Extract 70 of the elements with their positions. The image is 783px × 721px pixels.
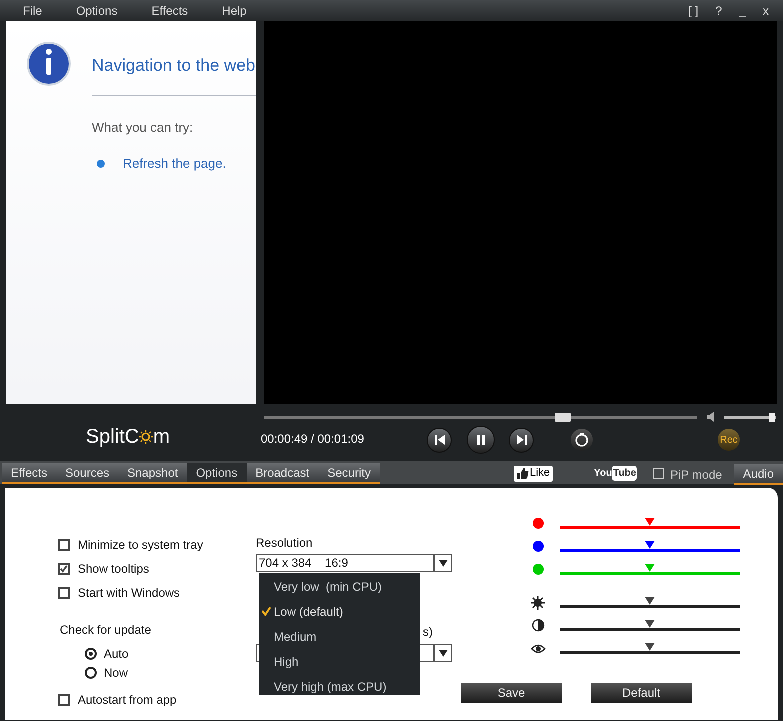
resolution-label: Resolution bbox=[256, 535, 314, 552]
option-label: Autostart from app bbox=[78, 692, 177, 709]
resolution-select[interactable]: 704 x 384 16:9 bbox=[256, 554, 434, 572]
check-icon bbox=[262, 607, 271, 616]
option-label: Minimize to system tray bbox=[78, 537, 204, 554]
step-forward-icon bbox=[516, 434, 528, 446]
slider[interactable] bbox=[560, 518, 740, 529]
window-control[interactable]: [ ] bbox=[688, 2, 699, 20]
tab[interactable]: Audio bbox=[734, 464, 783, 485]
radio-button[interactable] bbox=[85, 666, 97, 678]
menu-option[interactable]: Very high (max CPU) bbox=[259, 674, 420, 699]
checkbox[interactable] bbox=[58, 563, 70, 575]
seek-thumb[interactable] bbox=[554, 412, 571, 422]
slider[interactable] bbox=[560, 597, 740, 608]
slider[interactable] bbox=[560, 541, 740, 552]
refresh-link[interactable]: Refresh the page. bbox=[123, 154, 226, 174]
tab[interactable]: Sources bbox=[56, 463, 118, 484]
menu-item[interactable]: Options bbox=[76, 2, 118, 20]
slider[interactable] bbox=[560, 643, 740, 654]
sun-icon bbox=[531, 596, 545, 610]
window-control[interactable]: ? bbox=[716, 2, 722, 20]
menu-item[interactable]: Effects bbox=[152, 2, 188, 20]
record-button[interactable]: Rec bbox=[718, 429, 740, 451]
tab[interactable]: Snapshot bbox=[118, 463, 188, 484]
option-label: Show tooltips bbox=[78, 561, 150, 578]
slider[interactable] bbox=[560, 564, 740, 575]
bullet-icon bbox=[97, 160, 105, 168]
timer-button[interactable] bbox=[571, 429, 593, 451]
tab[interactable]: Options bbox=[187, 463, 247, 484]
menu-item[interactable]: File bbox=[23, 2, 42, 20]
pause-button[interactable] bbox=[467, 426, 495, 454]
time-display: 00:00:49 / 00:01:09 bbox=[261, 431, 366, 448]
hint-text: What you can try: bbox=[92, 118, 194, 137]
tab[interactable]: Broadcast bbox=[246, 463, 319, 484]
pause-icon bbox=[475, 434, 487, 446]
pip-label: PiP mode bbox=[670, 466, 722, 484]
eye-icon bbox=[530, 644, 546, 654]
slider[interactable] bbox=[560, 620, 740, 631]
menu-item[interactable]: Help bbox=[222, 2, 247, 20]
option-label: Start with Windows bbox=[78, 585, 180, 602]
radio-label: Now bbox=[104, 664, 128, 682]
checkbox[interactable] bbox=[58, 539, 70, 551]
window-control[interactable]: _ bbox=[739, 2, 746, 20]
logo: SplitC m bbox=[86, 424, 170, 450]
info-icon bbox=[26, 41, 72, 87]
menu-option[interactable]: Very low (min CPU) bbox=[259, 574, 420, 599]
sun-logo-icon bbox=[139, 430, 154, 444]
previous-button[interactable] bbox=[427, 428, 452, 452]
update-label: Check for update bbox=[60, 622, 152, 639]
speaker-icon[interactable] bbox=[707, 412, 715, 422]
radio-button[interactable] bbox=[85, 648, 97, 660]
action-button[interactable]: Save bbox=[461, 683, 562, 703]
contrast-icon bbox=[532, 619, 544, 632]
menu-option[interactable]: Medium bbox=[259, 624, 420, 649]
next-button[interactable] bbox=[509, 428, 534, 452]
menu-option[interactable]: Low (default) bbox=[259, 599, 420, 624]
checkbox[interactable] bbox=[58, 587, 70, 599]
checkbox[interactable] bbox=[58, 694, 70, 706]
step-back-icon bbox=[434, 434, 446, 446]
window-control[interactable]: x bbox=[763, 2, 769, 20]
tab[interactable]: Effects bbox=[2, 463, 56, 484]
menu-option[interactable]: High bbox=[259, 649, 420, 674]
page-title: Navigation to the web bbox=[92, 55, 256, 77]
radio-label: Auto bbox=[104, 646, 129, 662]
action-button[interactable]: Default bbox=[591, 683, 692, 703]
thumbs-up-icon bbox=[516, 468, 529, 479]
volume-thumb[interactable] bbox=[768, 412, 775, 422]
label-tail: s) bbox=[423, 624, 433, 641]
tab[interactable]: Security bbox=[318, 463, 380, 484]
like-button[interactable]: Like bbox=[514, 466, 554, 482]
